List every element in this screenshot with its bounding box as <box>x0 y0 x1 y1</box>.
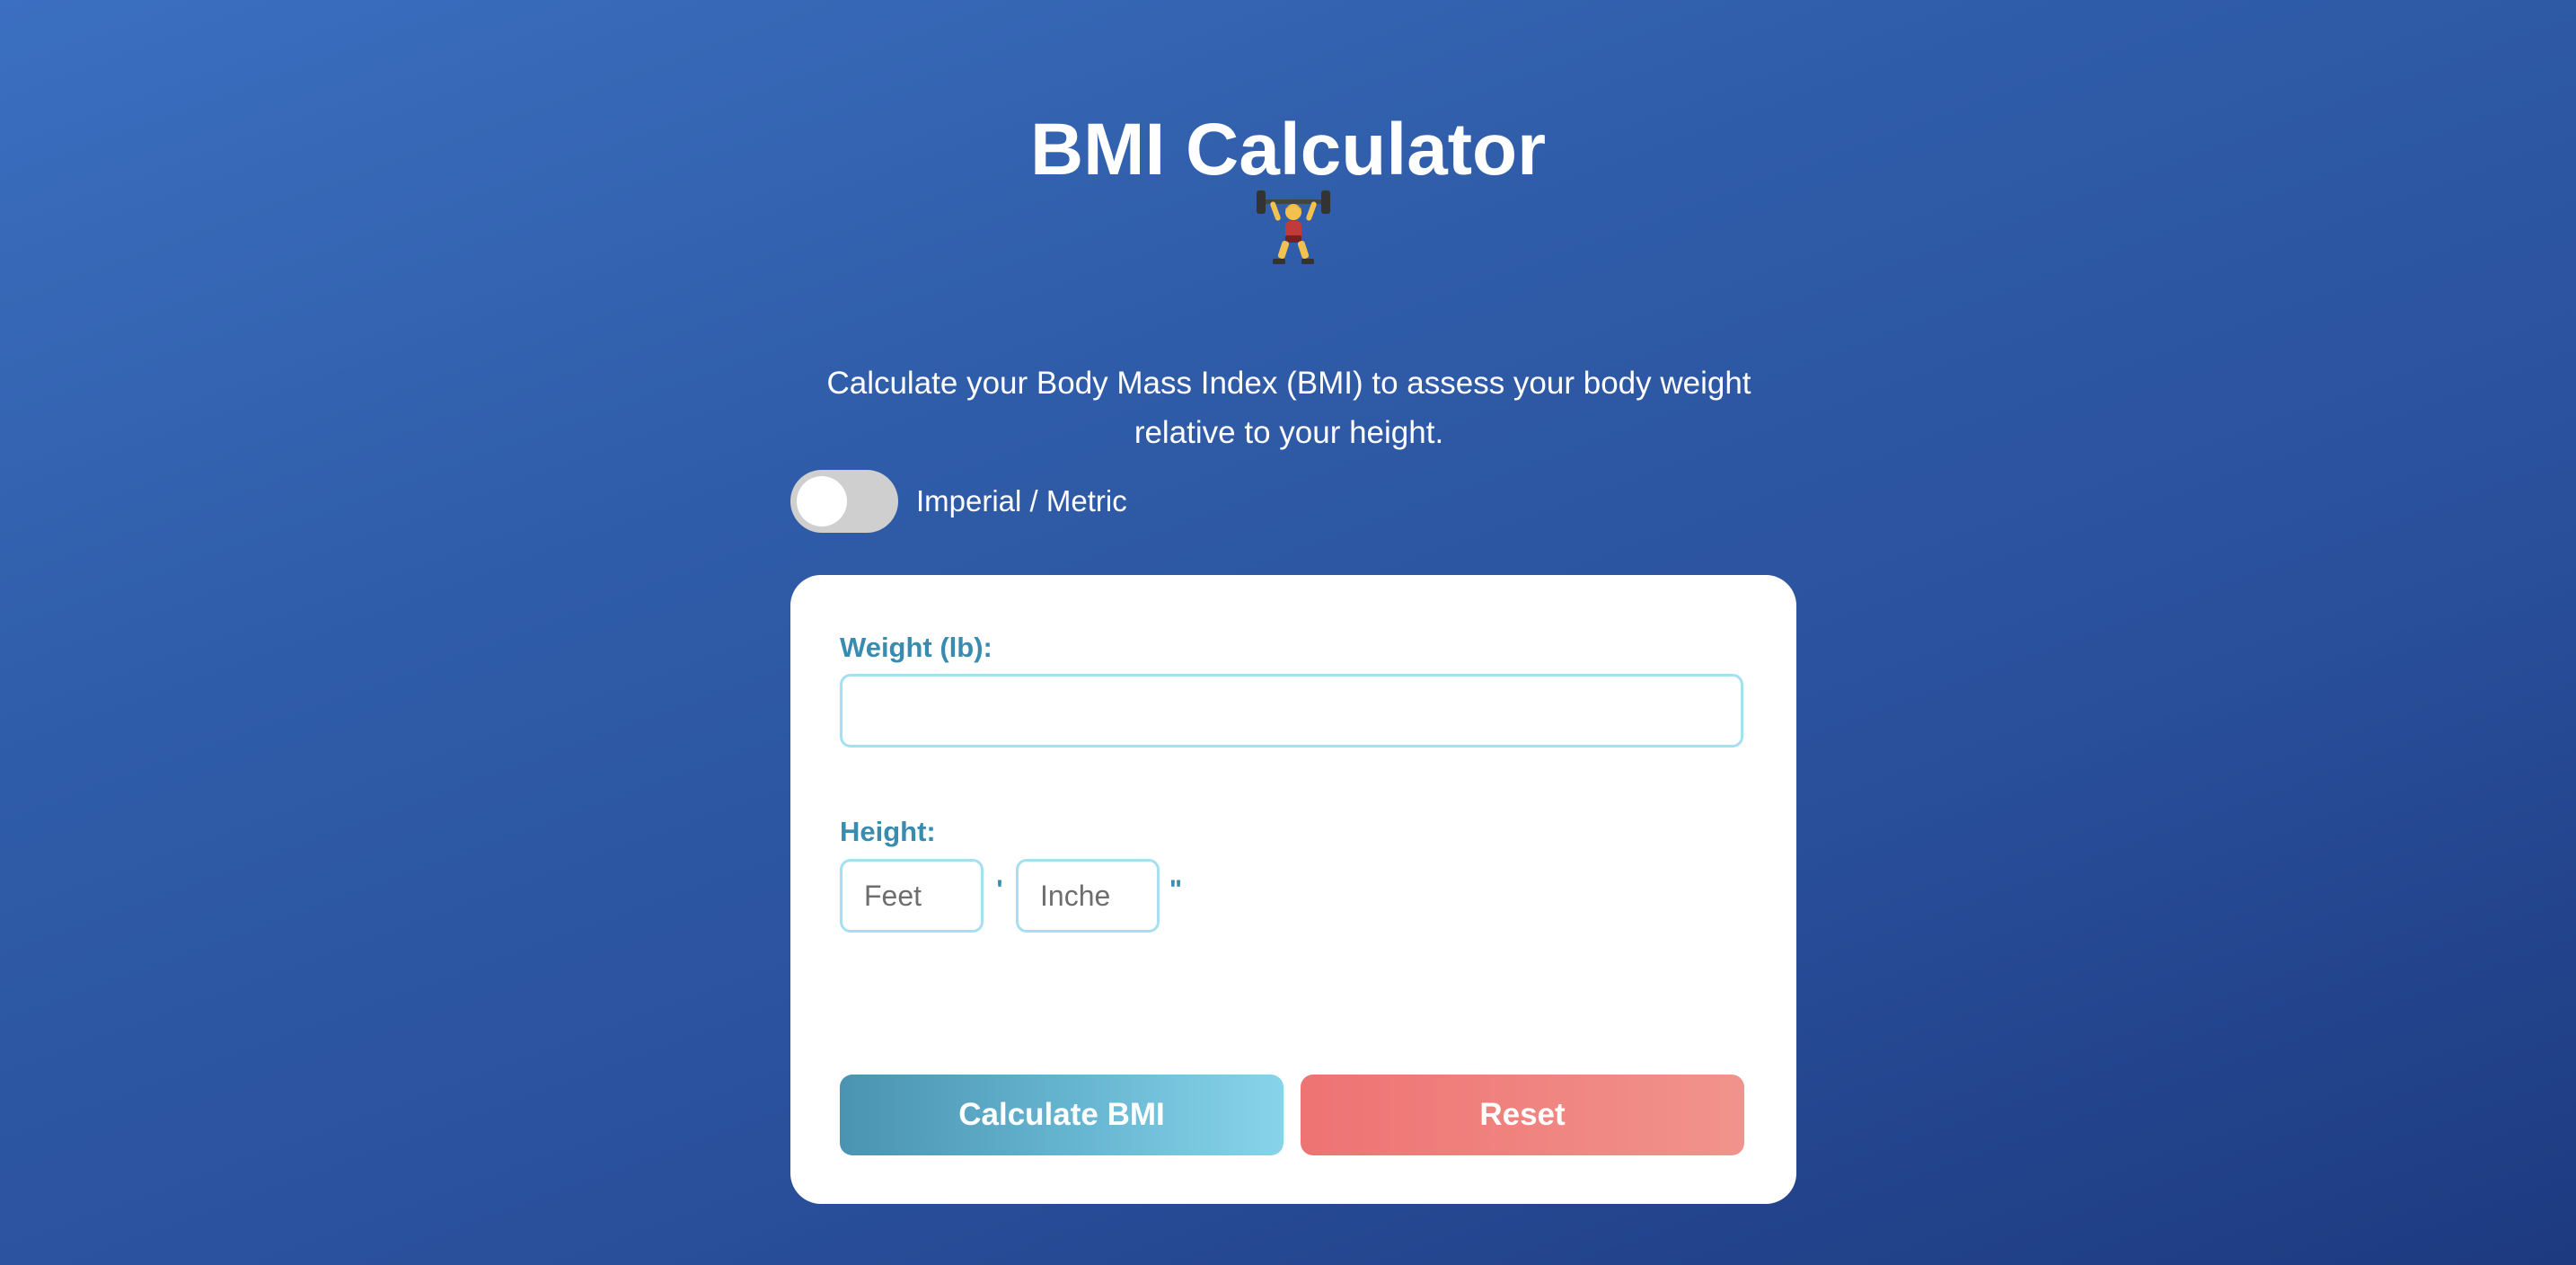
weightlifter-icon <box>1255 187 1332 268</box>
inches-input[interactable] <box>1016 859 1160 933</box>
bmi-form-card: Weight (lb): Height: ' " Calculate BMI R… <box>790 575 1796 1204</box>
weight-label: Weight (lb): <box>840 632 992 663</box>
reset-button[interactable]: Reset <box>1301 1075 1744 1155</box>
unit-toggle-switch[interactable] <box>790 470 898 533</box>
height-label: Height: <box>840 816 936 847</box>
weight-input[interactable] <box>840 674 1743 748</box>
height-inputs: ' " <box>840 859 1192 933</box>
inches-mark: " <box>1169 875 1183 905</box>
calculate-bmi-button[interactable]: Calculate BMI <box>840 1075 1284 1155</box>
unit-toggle-row: Imperial / Metric <box>790 470 1127 533</box>
feet-input[interactable] <box>840 859 984 933</box>
page-title: BMI Calculator <box>1029 108 1547 190</box>
page-description: Calculate your Body Mass Index (BMI) to … <box>826 366 1751 450</box>
toggle-knob <box>797 476 847 526</box>
feet-mark: ' <box>996 875 1003 905</box>
unit-toggle-label: Imperial / Metric <box>916 484 1127 518</box>
